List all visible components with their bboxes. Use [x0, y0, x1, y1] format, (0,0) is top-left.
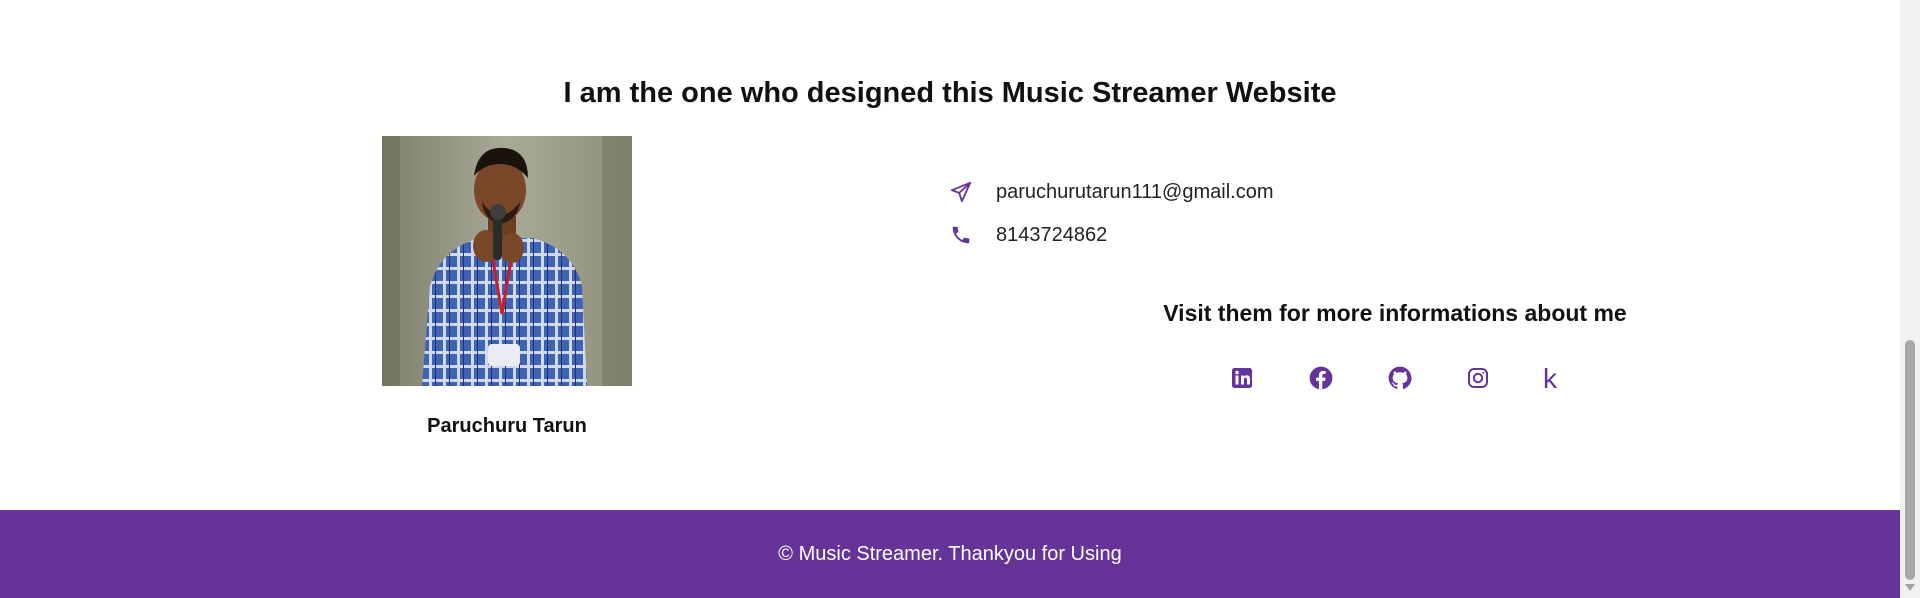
scroll-down-arrow-icon[interactable]: [1905, 584, 1915, 591]
page: I am the one who designed this Music Str…: [0, 0, 1920, 598]
paper-plane-icon: [948, 179, 974, 205]
vertical-scrollbar[interactable]: [1900, 0, 1920, 598]
footer-copyright: © Music Streamer. Thankyou for Using: [778, 542, 1122, 565]
email-row[interactable]: paruchurutarun111@gmail.com: [948, 177, 1273, 207]
about-section: I am the one who designed this Music Str…: [0, 0, 1900, 510]
profile-name: Paruchuru Tarun: [427, 415, 587, 437]
facebook-icon[interactable]: [1305, 362, 1337, 394]
profile-photo: [382, 136, 632, 386]
github-icon[interactable]: [1384, 362, 1416, 394]
about-heading: I am the one who designed this Music Str…: [563, 77, 1337, 109]
kaggle-icon[interactable]: k: [1534, 362, 1566, 394]
phone-row[interactable]: 8143724862: [948, 220, 1107, 250]
footer: © Music Streamer. Thankyou for Using: [0, 510, 1900, 598]
svg-text:k: k: [1543, 364, 1558, 392]
scrollbar-thumb[interactable]: [1905, 340, 1915, 580]
social-heading: Visit them for more informations about m…: [1163, 300, 1627, 326]
phone-number[interactable]: 8143724862: [996, 224, 1107, 247]
instagram-icon[interactable]: [1462, 362, 1494, 394]
social-links: k: [0, 362, 1900, 394]
phone-icon: [948, 222, 974, 248]
linkedin-icon[interactable]: [1226, 362, 1258, 394]
email-link[interactable]: paruchurutarun111@gmail.com: [996, 181, 1273, 204]
